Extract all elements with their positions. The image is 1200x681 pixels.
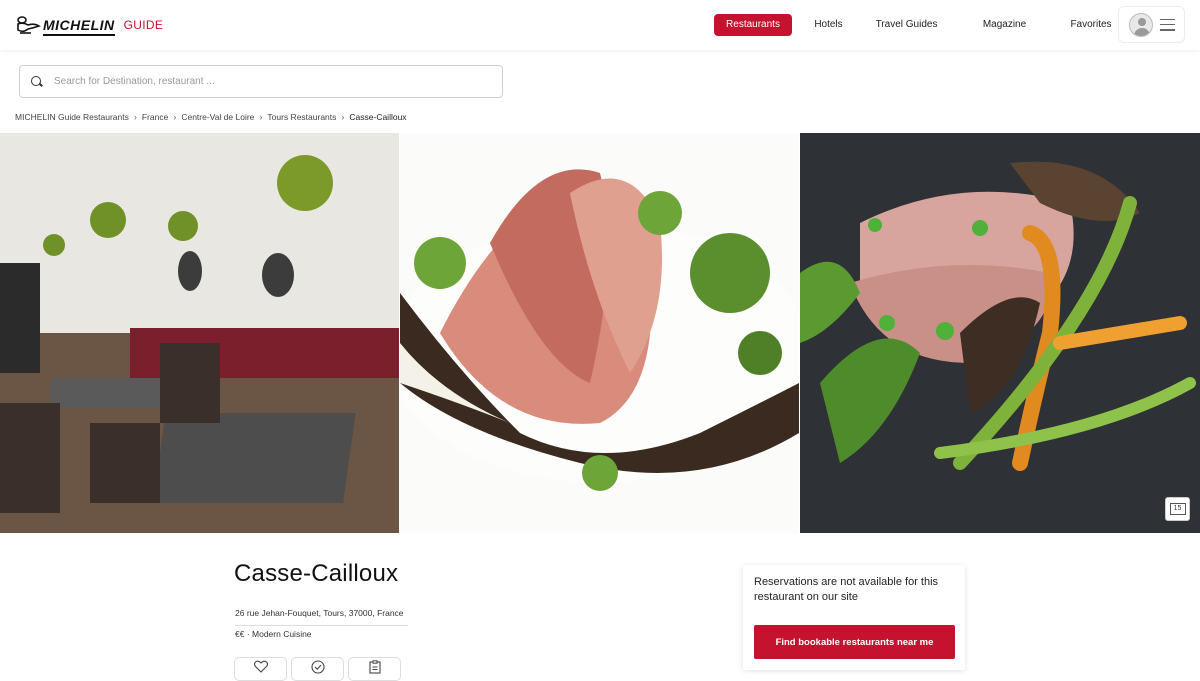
search-input[interactable] [54,76,494,87]
gallery-photo-dining-room[interactable] [0,133,399,533]
michelin-wordmark: MICHELIN [43,17,115,36]
user-menu-button[interactable] [1118,6,1185,43]
gallery-photo-dish-ham[interactable] [400,133,799,533]
michelin-bibendum-icon [15,15,41,35]
clipboard-icon [368,659,381,679]
search-icon [31,75,43,88]
michelin-guide-logo[interactable]: MICHELIN GUIDE [15,14,163,36]
chevron-right-icon: › [173,112,177,122]
breadcrumb-item-region[interactable]: Centre-Val de Loire [181,112,254,122]
details-divider [235,625,408,626]
breadcrumb-item-current: Casse-Cailloux [349,112,407,122]
restaurant-address: 26 rue Jehan-Fouquet, Tours, 37000, Fran… [235,608,404,618]
restaurant-name: Casse-Cailloux [234,560,399,587]
favorite-button[interactable] [234,657,287,681]
check-icon [310,659,325,679]
breadcrumb-item-country[interactable]: France [142,112,168,122]
chevron-right-icon: › [133,112,137,122]
nav-restaurants[interactable]: Restaurants [714,14,792,36]
breadcrumb-item-guide[interactable]: MICHELIN Guide Restaurants [15,112,129,122]
menu-icon [1160,18,1175,31]
breadcrumb-item-city[interactable]: Tours Restaurants [267,112,336,122]
nav-magazine[interactable]: Magazine [948,14,1061,36]
search-bar[interactable] [19,65,503,98]
nav-favorites[interactable]: Favorites [1061,14,1121,36]
avatar-icon [1129,12,1153,37]
heart-icon [253,660,268,678]
reservation-card: Reservations are not available for this … [743,565,965,670]
guide-wordmark: GUIDE [123,18,164,32]
gallery-count-button[interactable]: 15 [1165,497,1190,521]
restaurant-price-cuisine: €€ · Modern Cuisine [235,629,312,639]
gallery-icon: 15 [1169,503,1186,515]
main-nav: Restaurants Hotels Travel Guides Magazin… [714,14,1121,36]
gallery-count: 15 [1173,505,1182,512]
top-header: MICHELIN GUIDE Restaurants Hotels Travel… [0,0,1200,50]
visited-button[interactable] [291,657,344,681]
nav-travel-guides[interactable]: Travel Guides [865,14,948,36]
gallery-photo-dish-veal[interactable] [800,133,1200,533]
nav-hotels[interactable]: Hotels [792,14,865,36]
breadcrumb: MICHELIN Guide Restaurants › France › Ce… [15,112,407,122]
chevron-right-icon: › [341,112,345,122]
notes-button[interactable] [348,657,401,681]
find-bookable-restaurants-button[interactable]: Find bookable restaurants near me [754,625,955,659]
reservation-message: Reservations are not available for this … [754,576,939,603]
chevron-right-icon: › [259,112,263,122]
photo-gallery[interactable] [0,133,1200,533]
